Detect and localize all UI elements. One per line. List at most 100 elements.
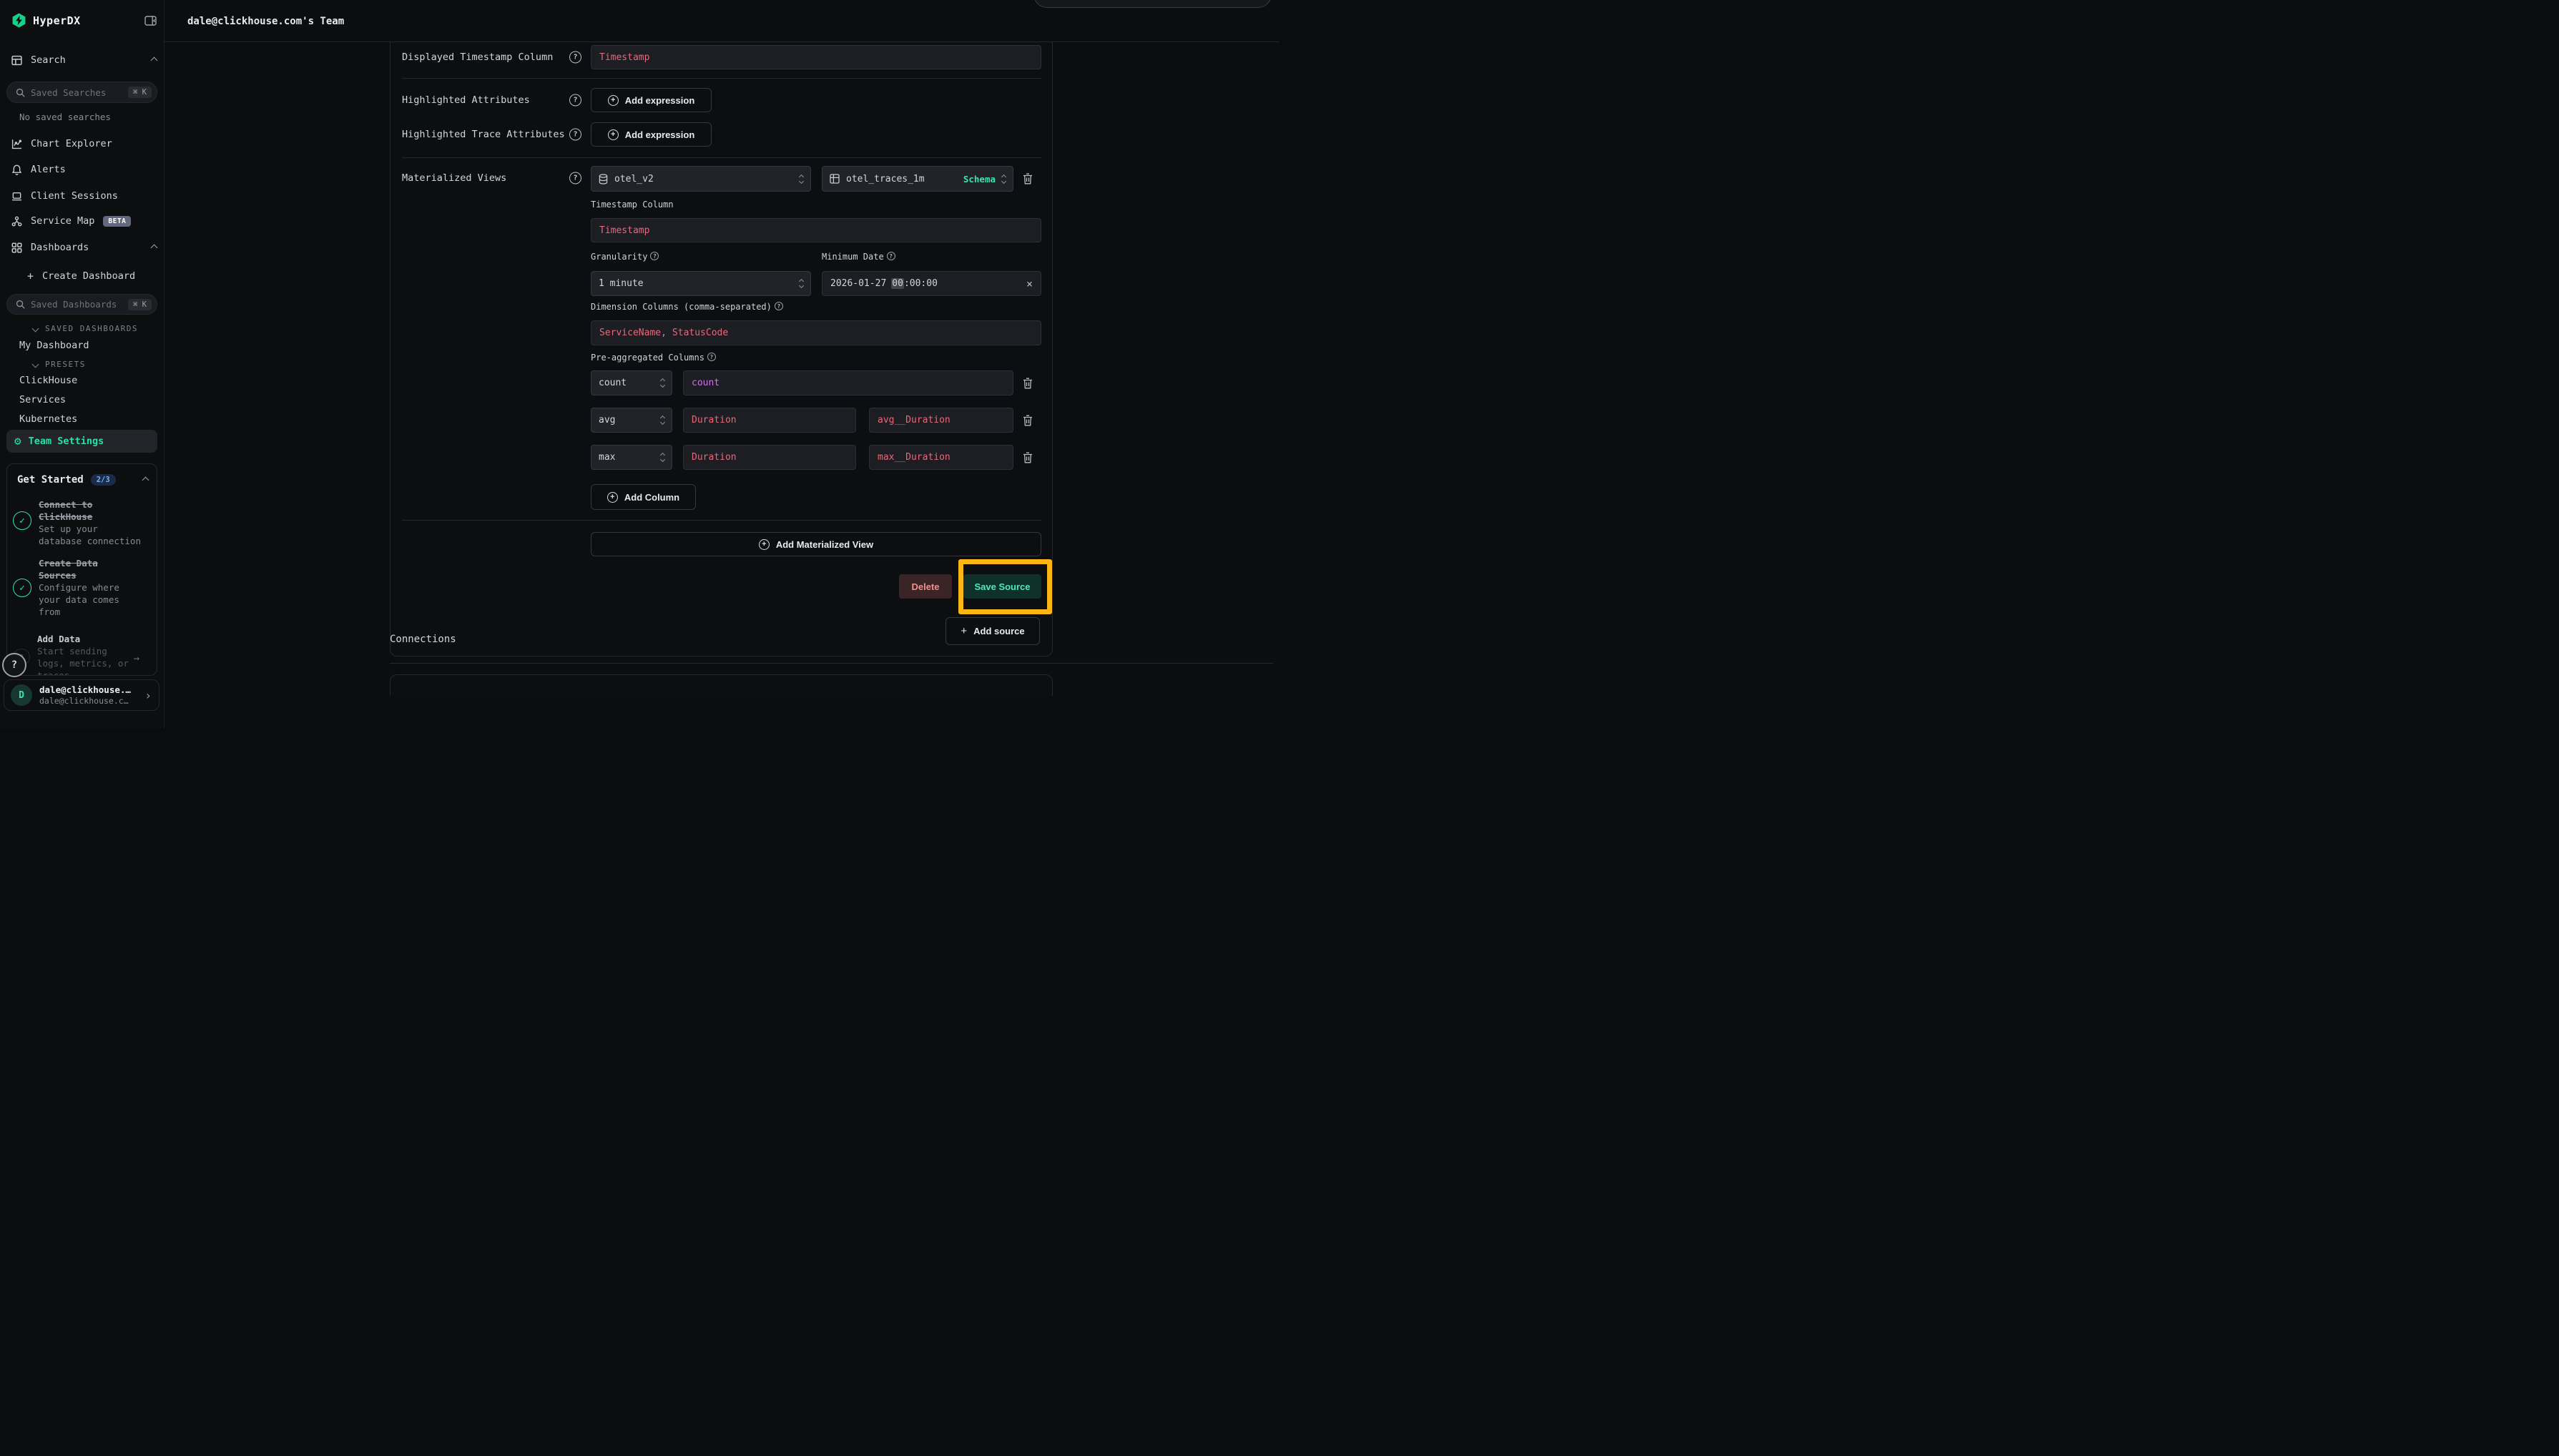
step-desc: Start sendinglogs, metrics, ortraces: [37, 646, 129, 676]
grid-icon: [11, 242, 22, 253]
chevron-up-icon[interactable]: [151, 244, 158, 251]
sidebar-item-alerts[interactable]: Alerts: [11, 164, 157, 175]
saved-dashboards-input[interactable]: Saved Dashboards ⌘ K: [6, 294, 157, 315]
aggregate-alias-input[interactable]: max__Duration: [869, 445, 1013, 470]
save-source-button[interactable]: Save Source: [963, 574, 1041, 599]
schema-link[interactable]: Schema: [963, 174, 996, 185]
minimum-date-input[interactable]: 2026-01-27 00 :00:00 ×: [822, 271, 1041, 296]
step-desc: Configure whereyour data comesfrom: [39, 582, 119, 617]
avatar: D: [11, 684, 32, 706]
sidebar-item-label: Client Sessions: [31, 190, 118, 202]
delete-column-trash-icon[interactable]: [1023, 415, 1033, 426]
mv-timestamp-input[interactable]: Timestamp: [591, 218, 1041, 242]
circle-plus-icon: +: [759, 539, 770, 550]
help-circle-icon[interactable]: ?: [569, 129, 581, 141]
logo-row: HyperDX: [11, 13, 157, 28]
chevron-up-icon[interactable]: [151, 56, 158, 64]
field-label: Timestamp Column: [591, 200, 674, 210]
circle-plus-icon: +: [608, 95, 619, 106]
sidebar-item-services[interactable]: Services: [19, 394, 66, 405]
search-omnibox-partial[interactable]: [1033, 0, 1272, 8]
aggregate-expr-input[interactable]: Duration: [683, 445, 856, 470]
sidebar-item-dashboards[interactable]: Dashboards: [11, 242, 157, 253]
add-source-button[interactable]: + Add source: [945, 617, 1040, 645]
sidebar-item-client-sessions[interactable]: Client Sessions: [11, 190, 157, 202]
aggregate-expr-input[interactable]: count: [683, 370, 1013, 395]
add-expression-button[interactable]: + Add expression: [591, 88, 712, 112]
section-divider: [390, 663, 1273, 664]
database-select[interactable]: otel_v2: [591, 166, 811, 192]
select-value: otel_traces_1m: [846, 174, 957, 185]
help-circle-icon[interactable]: ?: [569, 94, 581, 107]
field-label: Displayed Timestamp Column: [402, 51, 553, 63]
sidebar-item-my-dashboard[interactable]: My Dashboard: [19, 340, 89, 351]
aggregate-fn-select[interactable]: max: [591, 445, 672, 470]
chevron-up-icon[interactable]: [142, 476, 149, 483]
select-value: count: [599, 378, 654, 388]
aggregate-fn-select[interactable]: count: [591, 370, 672, 395]
add-expression-button[interactable]: + Add expression: [591, 122, 712, 147]
add-column-button[interactable]: + Add Column: [591, 484, 696, 510]
saved-searches-input[interactable]: Saved Searches ⌘ K: [6, 82, 157, 103]
gear-icon: ⚙: [14, 436, 21, 447]
sidebar-item-search[interactable]: Search: [11, 54, 157, 66]
no-saved-searches-text: No saved searches: [19, 112, 111, 122]
user-name: dale@clickhouse.…: [39, 684, 131, 696]
displayed-timestamp-input[interactable]: Timestamp: [591, 45, 1041, 69]
input-value: count: [692, 378, 719, 388]
presets-group-header[interactable]: PRESETS: [33, 360, 86, 369]
aggregate-expr-input[interactable]: Duration: [683, 408, 856, 433]
hyperdx-team-settings-page: HyperDX Search Saved Searches ⌘ K No sav…: [0, 0, 1280, 728]
button-label: Add Column: [624, 492, 679, 503]
get-started-step-sources[interactable]: ✓ Create DataSources Configure whereyour…: [13, 557, 149, 618]
get-started-header[interactable]: Get Started 2/3: [17, 474, 148, 486]
shortcut-badge: ⌘ K: [128, 299, 152, 310]
select-chevrons-icon: [800, 280, 803, 287]
select-value: 1 minute: [599, 278, 793, 289]
input-value: Duration: [692, 415, 737, 426]
help-button[interactable]: ?: [2, 653, 26, 677]
date-value: 2026-01-27: [830, 278, 886, 289]
add-materialized-view-button[interactable]: + Add Materialized View: [591, 532, 1041, 556]
info-circle-icon[interactable]: ?: [650, 252, 659, 260]
input-value: ServiceName: [599, 328, 661, 338]
create-dashboard-button[interactable]: + Create Dashboard: [27, 270, 157, 282]
chevron-down-icon: [32, 361, 39, 368]
user-menu[interactable]: D dale@clickhouse.… dale@clickhouse.c… ›: [4, 679, 159, 711]
chevron-right-icon: ›: [144, 689, 152, 702]
progress-badge: 2/3: [91, 474, 116, 486]
get-started-step-connect[interactable]: ✓ Connect toClickHouse Set up yourdataba…: [13, 498, 149, 547]
info-circle-icon[interactable]: ?: [775, 302, 783, 310]
dimension-columns-input[interactable]: ServiceName,StatusCode: [591, 320, 1041, 345]
aggregate-alias-input[interactable]: avg__Duration: [869, 408, 1013, 433]
delete-column-trash-icon[interactable]: [1023, 378, 1033, 389]
info-circle-icon[interactable]: ?: [707, 353, 716, 361]
connections-heading: Connections: [390, 634, 456, 645]
aggregate-fn-select[interactable]: avg: [591, 408, 672, 433]
input-value: Timestamp: [599, 52, 649, 63]
chart-icon: [11, 139, 22, 149]
saved-dashboards-group-header[interactable]: SAVED DASHBOARDS: [33, 324, 138, 333]
delete-source-button[interactable]: Delete: [899, 574, 952, 599]
help-circle-icon[interactable]: ?: [569, 172, 581, 185]
input-value: max__Duration: [878, 452, 951, 463]
input-value: Duration: [692, 452, 737, 463]
info-circle-icon[interactable]: ?: [887, 252, 895, 260]
sidebar-item-team-settings[interactable]: ⚙ Team Settings: [6, 430, 157, 453]
sidebar-collapse-icon[interactable]: [144, 16, 157, 26]
sidebar-item-label: Alerts: [31, 164, 66, 175]
button-label: Add expression: [625, 129, 695, 140]
field-label: Highlighted Trace Attributes: [402, 129, 565, 140]
delete-view-trash-icon[interactable]: [1023, 173, 1033, 185]
delete-column-trash-icon[interactable]: [1023, 452, 1033, 463]
help-circle-icon[interactable]: ?: [569, 51, 581, 64]
shortcut-badge: ⌘ K: [128, 87, 152, 98]
sidebar-item-kubernetes[interactable]: Kubernetes: [19, 413, 77, 425]
sidebar-item-service-map[interactable]: Service Map BETA: [11, 215, 157, 227]
get-started-step-add-data[interactable]: 3 Add Data Start sendinglogs, metrics, o…: [13, 633, 149, 676]
granularity-select[interactable]: 1 minute: [591, 271, 811, 296]
table-select[interactable]: otel_traces_1m Schema: [822, 166, 1013, 192]
clear-date-icon[interactable]: ×: [1026, 277, 1033, 290]
sidebar-item-chart-explorer[interactable]: Chart Explorer: [11, 138, 157, 149]
sidebar-item-clickhouse[interactable]: ClickHouse: [19, 375, 77, 386]
